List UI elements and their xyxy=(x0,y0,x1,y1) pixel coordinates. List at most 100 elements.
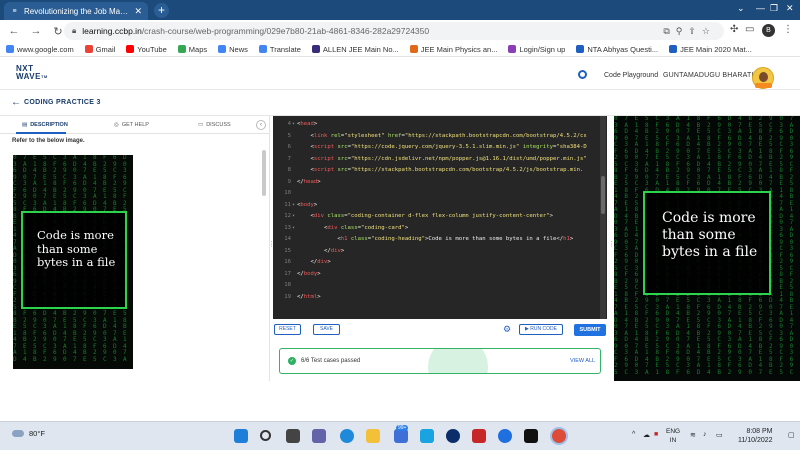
extensions-icon[interactable]: ✣ xyxy=(730,24,738,35)
editor-scrollbar[interactable] xyxy=(600,116,606,319)
code-line[interactable]: 17 </body> xyxy=(273,269,607,281)
code-playground-icon[interactable] xyxy=(578,70,587,79)
browser-menu-icon[interactable]: ⋮ xyxy=(783,24,793,35)
notifications-icon[interactable]: ▢ xyxy=(788,431,795,439)
code-line[interactable]: 5 <link rel="stylesheet" href="https://s… xyxy=(273,131,607,143)
view-all-link[interactable]: VIEW ALL xyxy=(570,358,595,364)
description-scrollbar[interactable] xyxy=(262,150,266,196)
code-line[interactable]: 9 </head> xyxy=(273,177,607,189)
forward-icon[interactable]: → xyxy=(28,25,44,37)
fold-toggle-icon[interactable]: ▾ xyxy=(292,211,295,223)
cloud-sync-icon[interactable]: ☁ xyxy=(643,431,650,439)
submit-button[interactable]: SUBMIT xyxy=(574,324,606,336)
learning-app-icon[interactable] xyxy=(420,429,434,443)
teams-chat-icon[interactable] xyxy=(312,429,326,443)
code-line[interactable]: 13 ▾ <div class="coding-card"> xyxy=(273,223,607,235)
bookmark-item[interactable]: JEE Main Physics an... xyxy=(409,45,497,54)
nxtwave-logo[interactable]: NXT WAVETM xyxy=(16,65,48,81)
volume-icon[interactable]: ♪ xyxy=(703,431,707,438)
bookmark-item[interactable]: JEE Main 2020 Mat... xyxy=(669,45,752,54)
code-line[interactable]: 11 ▾ <body> xyxy=(273,200,607,212)
bookmark-item[interactable]: YouTube xyxy=(126,45,167,54)
code-line[interactable]: 15 </div> xyxy=(273,246,607,258)
code-line[interactable]: 16 </div> xyxy=(273,257,607,269)
tab-discuss[interactable]: ▭ DISCUSS xyxy=(198,122,231,128)
system-clock[interactable]: 8:08 PM 11/10/2022 xyxy=(738,427,773,445)
code-line[interactable]: 6 <script src="https://code.jquery.com/j… xyxy=(273,142,607,154)
bookmark-item[interactable]: www.google.com xyxy=(6,45,74,54)
antivirus-tray-icon[interactable]: ■ xyxy=(654,431,658,438)
code-playground-link[interactable]: Code Playground xyxy=(604,72,658,79)
close-window-icon[interactable]: ✕ xyxy=(786,3,794,14)
bookmark-item[interactable]: Gmail xyxy=(84,45,115,54)
alexa-icon[interactable] xyxy=(446,429,460,443)
bookmark-item[interactable]: NTA Abhyas Questi... xyxy=(576,45,658,54)
back-arrow-icon[interactable]: ← xyxy=(11,97,21,108)
search-icon[interactable] xyxy=(260,430,271,441)
code-editor[interactable]: 4 ▾ <head> 5 <link rel="stylesheet" href="h… xyxy=(273,116,607,319)
gear-icon[interactable]: ⚙ xyxy=(503,324,511,335)
code-line[interactable]: 18 xyxy=(273,280,607,292)
line-number: 19 xyxy=(284,293,291,300)
bookmark-label: News xyxy=(229,44,248,54)
bookmark-item[interactable]: Translate xyxy=(258,45,301,54)
tab-description[interactable]: ▤ DESCRIPTION xyxy=(22,122,68,128)
run-code-button[interactable]: ▶ RUN CODE xyxy=(519,324,563,335)
bookmark-item[interactable]: Maps xyxy=(177,44,208,54)
chrome-icon[interactable] xyxy=(552,429,566,443)
address-bar[interactable]: 🔒︎ learning.ccbp.in/crash-course/web-pro… xyxy=(64,22,724,40)
code-line[interactable]: 4 ▾ <head> xyxy=(273,119,607,131)
bookmark-item[interactable]: ALLEN JEE Main No... xyxy=(311,45,399,54)
netflix-icon[interactable] xyxy=(524,429,538,443)
editor-scroll-thumb[interactable] xyxy=(601,176,605,214)
code-line[interactable]: 12 ▾ <div class="coding-container d-flex … xyxy=(273,211,607,223)
battery-icon[interactable]: ▭ xyxy=(716,431,723,439)
wifi-icon[interactable]: ≋ xyxy=(690,431,696,439)
reset-button[interactable]: RESET xyxy=(274,324,301,335)
bookmark-label: Maps xyxy=(188,44,208,54)
zoom-icon[interactable]: ⚲ xyxy=(676,26,689,36)
minimize-icon[interactable]: — xyxy=(756,3,765,13)
success-watermark-icon xyxy=(428,349,488,373)
file-explorer-icon[interactable] xyxy=(366,429,380,443)
code-line[interactable]: 7 <script src="https://cdn.jsdelivr.net/… xyxy=(273,154,607,166)
matrix-code-column: 7AD0369CF258BE147AD0369CF258BE147AD0369C xyxy=(789,116,794,376)
profile-avatar[interactable]: B xyxy=(762,24,775,37)
browser-tab[interactable]: ≡ Revolutionizing the Job Market | ... ✕ xyxy=(4,2,148,20)
mcafee-icon[interactable] xyxy=(472,429,486,443)
user-name[interactable]: GUNTAMADUGU BHARATH xyxy=(663,72,757,79)
weather-widget[interactable]: 80°F xyxy=(12,429,45,438)
fold-toggle-icon[interactable]: ▾ xyxy=(292,223,295,235)
task-view-icon[interactable] xyxy=(286,429,300,443)
bookmark-item[interactable]: Login/Sign up xyxy=(508,45,565,54)
language-indicator[interactable]: ENG IN xyxy=(666,427,680,445)
media-player-icon[interactable] xyxy=(498,429,512,443)
save-button[interactable]: SAVE xyxy=(313,324,340,335)
share-icon[interactable]: ⇪ xyxy=(688,26,702,36)
bookmark-label: Login/Sign up xyxy=(519,44,566,54)
code-line[interactable]: 14 <h1 class="coding-heading">Code is mo… xyxy=(273,234,607,246)
tab-get-help[interactable]: ◎ GET HELP xyxy=(114,122,149,128)
back-icon[interactable]: ← xyxy=(6,25,22,37)
collapse-pane-icon[interactable]: ‹ xyxy=(256,120,266,130)
fold-toggle-icon[interactable]: ▾ xyxy=(292,119,295,131)
side-panel-icon[interactable]: ▭ xyxy=(745,24,754,35)
code-line[interactable]: 10 xyxy=(273,188,607,200)
bookmark-star-icon[interactable]: ☆ xyxy=(702,26,716,36)
bookmark-item[interactable]: News xyxy=(218,45,248,54)
avatar-badge xyxy=(755,83,772,88)
bookmark-favicon-icon xyxy=(508,45,517,53)
tray-overflow-icon[interactable]: ^ xyxy=(632,431,635,438)
user-avatar[interactable] xyxy=(752,67,774,89)
new-tab-button[interactable]: + xyxy=(154,3,169,18)
restore-icon[interactable]: ❐ xyxy=(770,3,778,14)
start-icon[interactable] xyxy=(234,429,248,443)
code-line[interactable]: 19 </html> xyxy=(273,292,607,304)
open-in-app-icon[interactable]: ⧉ xyxy=(663,26,675,36)
store-icon[interactable] xyxy=(394,429,408,443)
tab-search-icon[interactable]: ⌄ xyxy=(737,3,745,14)
edge-icon[interactable] xyxy=(340,429,354,443)
close-tab-icon[interactable]: ✕ xyxy=(134,6,142,17)
code-line[interactable]: 8 <script src="https://stackpath.bootstr… xyxy=(273,165,607,177)
fold-toggle-icon[interactable]: ▾ xyxy=(292,200,295,212)
